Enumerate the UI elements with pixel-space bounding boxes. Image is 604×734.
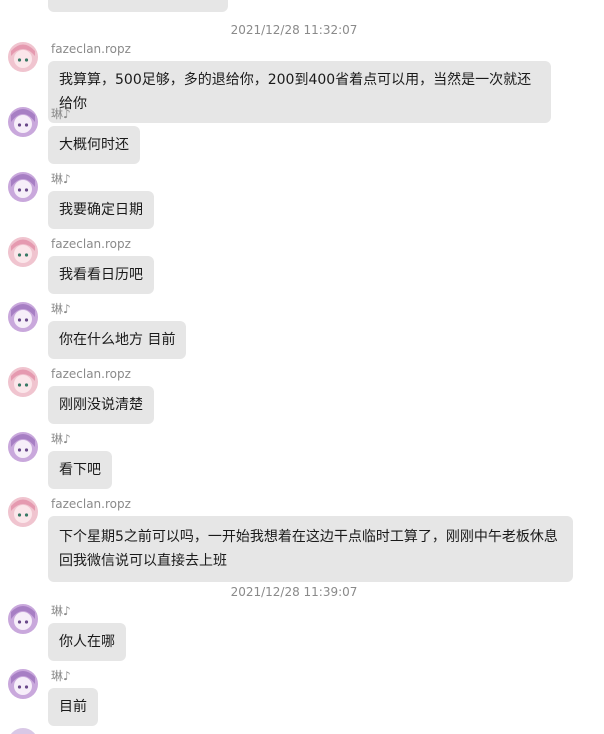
purple-hair-anime-avatar-icon[interactable] [8, 432, 38, 462]
next-avatar-icon [8, 728, 38, 734]
sender-name: 琳♪ [51, 107, 71, 121]
pink-hair-anime-avatar-icon[interactable] [8, 42, 38, 72]
purple-hair-anime-avatar-icon[interactable] [8, 669, 38, 699]
purple-hair-anime-avatar-icon[interactable] [8, 107, 38, 137]
purple-hair-anime-avatar-icon[interactable] [8, 604, 38, 634]
timestamp: 2021/12/28 11:32:07 [230, 23, 358, 37]
sender-name: fazeclan.ropz [51, 367, 131, 381]
message-bubble[interactable]: 看下吧 [48, 451, 112, 489]
message-bubble[interactable]: 刚刚没说清楚 [48, 386, 154, 424]
purple-hair-anime-avatar-icon[interactable] [8, 172, 38, 202]
message-bubble[interactable]: 你人在哪 [48, 623, 126, 661]
message-bubble[interactable]: 你在什么地方 目前 [48, 321, 187, 359]
sender-name: fazeclan.ropz [51, 237, 131, 251]
message-bubble[interactable]: 我看看日历吧 [48, 256, 154, 294]
message-bubble[interactable]: 我要确定日期 [48, 191, 154, 229]
sender-name: 琳♪ [51, 302, 71, 316]
sender-name: 琳♪ [51, 172, 71, 186]
pink-hair-anime-avatar-icon[interactable] [8, 367, 38, 397]
purple-hair-anime-avatar-icon[interactable] [8, 302, 38, 332]
sender-name: 琳♪ [51, 669, 71, 683]
pink-hair-anime-avatar-icon[interactable] [8, 237, 38, 267]
sender-name: 琳♪ [51, 432, 71, 446]
pink-hair-anime-avatar-icon[interactable] [8, 497, 38, 527]
message-bubble[interactable]: 目前 [48, 688, 98, 726]
message-bubble[interactable]: 下个星期5之前可以吗，一开始我想着在这边干点临时工算了，刚刚中午老板休息回我微信… [48, 516, 573, 582]
chat-history[interactable]: 2021/12/28 11:32:07 fazeclan.ropz 我算算，50… [0, 0, 604, 734]
previous-message-bubble [48, 0, 228, 12]
sender-name: 琳♪ [51, 604, 71, 618]
message-bubble[interactable]: 大概何时还 [48, 126, 140, 164]
timestamp: 2021/12/28 11:39:07 [230, 585, 358, 599]
sender-name: fazeclan.ropz [51, 42, 131, 56]
message-bubble[interactable]: 我算算，500足够，多的退给你，200到400省着点可以用，当然是一次就还给你 [48, 61, 551, 123]
sender-name: fazeclan.ropz [51, 497, 131, 511]
